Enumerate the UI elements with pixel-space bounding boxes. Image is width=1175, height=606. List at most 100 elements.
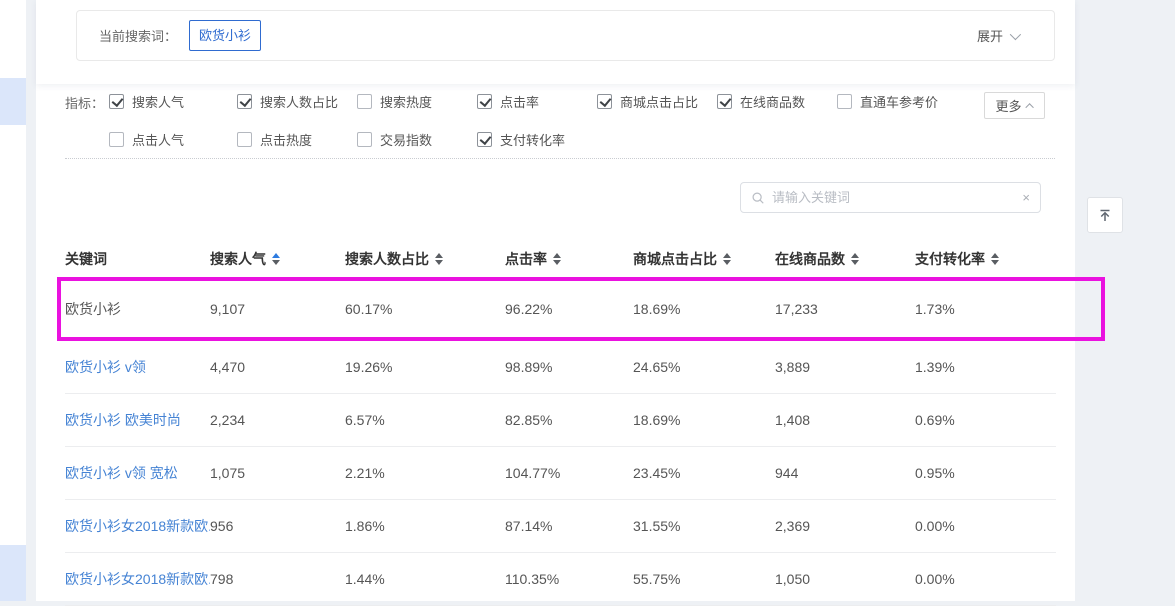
metric-checkbox-dianjirenqi[interactable]: 点击人气 bbox=[109, 130, 237, 149]
value-cell: 1.39% bbox=[915, 359, 1056, 375]
current-search-term-bar: 当前搜索词： 欧货小衫 展开 bbox=[76, 10, 1055, 61]
metric-label: 搜索人数占比 bbox=[260, 92, 338, 111]
table-row: 欧货小衫 欧美时尚 2,234 6.57% 82.85% 18.69% 1,40… bbox=[65, 394, 1056, 447]
sort-up-triangle bbox=[991, 253, 999, 258]
column-label: 搜索人数占比 bbox=[345, 249, 429, 269]
keyword-cell[interactable]: 欧货小衫女2018新款欧... bbox=[65, 518, 210, 534]
value-cell: 60.17% bbox=[345, 301, 505, 317]
value-cell: 956 bbox=[210, 518, 345, 534]
metric-checkbox-shangchengdianjizhanbi[interactable]: 商城点击占比 bbox=[597, 92, 717, 111]
keyword-cell[interactable]: 欧货小衫 bbox=[65, 301, 121, 317]
checkbox-icon[interactable] bbox=[109, 94, 124, 109]
current-search-term-label: 当前搜索词： bbox=[99, 26, 177, 45]
sort-up-triangle bbox=[435, 253, 443, 258]
keyword-cell[interactable]: 欧货小衫 v领 bbox=[65, 359, 146, 375]
table-row: 欧货小衫 v领 4,470 19.26% 98.89% 24.65% 3,889… bbox=[65, 341, 1056, 394]
metric-checkbox-sousuorenshuzhanbi[interactable]: 搜索人数占比 bbox=[237, 92, 357, 111]
column-label: 关键词 bbox=[65, 249, 107, 269]
keyword-search-input[interactable] bbox=[772, 190, 1015, 205]
sort-icon[interactable] bbox=[723, 253, 731, 265]
value-cell: 0.69% bbox=[915, 412, 1056, 428]
value-cell: 87.14% bbox=[505, 518, 633, 534]
checkbox-icon[interactable] bbox=[477, 132, 492, 147]
metric-label: 点击率 bbox=[500, 92, 539, 111]
sort-icon[interactable] bbox=[553, 253, 561, 265]
keyword-cell[interactable]: 欧货小衫 欧美时尚 bbox=[65, 412, 181, 428]
table-header-row: 关键词 搜索人气 搜索人数占比 bbox=[65, 240, 1056, 277]
metric-checkbox-dianjilv[interactable]: 点击率 bbox=[477, 92, 597, 111]
more-metrics-button[interactable]: 更多 bbox=[984, 92, 1045, 119]
metric-label: 在线商品数 bbox=[740, 92, 805, 111]
table-row: 欧货小衫 9,107 60.17% 96.22% 18.69% 17,233 1… bbox=[65, 277, 1056, 341]
search-term-chip[interactable]: 欧货小衫 bbox=[189, 20, 261, 51]
checkbox-icon[interactable] bbox=[357, 94, 372, 109]
chevron-down-icon bbox=[1010, 28, 1021, 39]
value-cell: 798 bbox=[210, 571, 345, 587]
checkbox-icon[interactable] bbox=[237, 132, 252, 147]
sort-down-triangle bbox=[553, 260, 561, 265]
metric-checkbox-sousuoredu[interactable]: 搜索热度 bbox=[357, 92, 477, 111]
metric-checkbox-sousuorenqi[interactable]: 搜索人气 bbox=[109, 92, 237, 111]
keyword-cell[interactable]: 欧货小衫女2018新款欧... bbox=[65, 571, 210, 587]
checkbox-icon[interactable] bbox=[717, 94, 732, 109]
metric-label: 搜索人气 bbox=[132, 92, 184, 111]
checkbox-icon[interactable] bbox=[477, 94, 492, 109]
query-bar-section: 当前搜索词： 欧货小衫 展开 bbox=[36, 0, 1075, 84]
value-cell: 1.86% bbox=[345, 518, 505, 534]
table-row: 欧货小衫女2018新款欧... 956 1.86% 87.14% 31.55% … bbox=[65, 500, 1056, 553]
metric-checkbox-zaixianshangpinshu[interactable]: 在线商品数 bbox=[717, 92, 837, 111]
value-cell: 3,889 bbox=[775, 359, 915, 375]
value-cell: 1,408 bbox=[775, 412, 915, 428]
metric-checkbox-dianjiredu[interactable]: 点击热度 bbox=[237, 130, 357, 149]
checkbox-icon[interactable] bbox=[837, 94, 852, 109]
keyword-cell[interactable]: 欧货小衫 v领 宽松 bbox=[65, 465, 178, 481]
back-to-top-button[interactable] bbox=[1087, 197, 1123, 233]
value-cell: 944 bbox=[775, 465, 915, 481]
value-cell: 110.35% bbox=[505, 571, 633, 587]
checkbox-icon[interactable] bbox=[237, 94, 252, 109]
checkbox-icon[interactable] bbox=[597, 94, 612, 109]
value-cell: 96.22% bbox=[505, 301, 633, 317]
sort-down-triangle bbox=[435, 260, 443, 265]
arrow-up-to-line-icon bbox=[1096, 206, 1114, 224]
value-cell: 2.21% bbox=[345, 465, 505, 481]
value-cell: 2,234 bbox=[210, 412, 345, 428]
column-label: 搜索人气 bbox=[210, 249, 266, 269]
sort-down-triangle bbox=[272, 260, 280, 265]
table-row: 欧货小衫 v领 宽松 1,075 2.21% 104.77% 23.45% 94… bbox=[65, 447, 1056, 500]
sort-icon[interactable] bbox=[851, 253, 859, 265]
value-cell: 0.95% bbox=[915, 465, 1056, 481]
checkbox-icon[interactable] bbox=[109, 132, 124, 147]
metric-checkbox-zhitongchecankaojia[interactable]: 直通车参考价 bbox=[837, 92, 965, 111]
left-rail-highlight-top bbox=[0, 78, 26, 125]
value-cell: 18.69% bbox=[633, 412, 775, 428]
value-cell: 4,470 bbox=[210, 359, 345, 375]
sort-up-triangle bbox=[553, 253, 561, 258]
clear-search-icon[interactable]: × bbox=[1022, 191, 1030, 204]
value-cell: 55.75% bbox=[633, 571, 775, 587]
sort-icon[interactable] bbox=[272, 253, 280, 265]
metric-checkbox-zhifuzhuanhualv[interactable]: 支付转化率 bbox=[477, 130, 597, 149]
sort-up-triangle bbox=[272, 253, 280, 258]
column-header-online-products: 在线商品数 bbox=[775, 249, 915, 269]
sort-down-triangle bbox=[991, 260, 999, 265]
metric-label: 点击热度 bbox=[260, 130, 312, 149]
checkbox-icon[interactable] bbox=[357, 132, 372, 147]
value-cell: 104.77% bbox=[505, 465, 633, 481]
metric-checkbox-jiaoyizhishu[interactable]: 交易指数 bbox=[357, 130, 477, 149]
sort-up-triangle bbox=[851, 253, 859, 258]
left-rail-highlight-bottom bbox=[0, 545, 26, 601]
sort-icon[interactable] bbox=[991, 253, 999, 265]
column-header-payment-conversion: 支付转化率 bbox=[915, 249, 1056, 269]
more-label: 更多 bbox=[995, 96, 1021, 115]
sort-up-triangle bbox=[723, 253, 731, 258]
column-header-searcher-share: 搜索人数占比 bbox=[345, 249, 505, 269]
metric-label: 搜索热度 bbox=[380, 92, 432, 111]
search-icon bbox=[751, 191, 765, 205]
metric-label: 商城点击占比 bbox=[620, 92, 698, 111]
value-cell: 19.26% bbox=[345, 359, 505, 375]
expand-toggle[interactable]: 展开 bbox=[977, 26, 1018, 45]
metric-label: 直通车参考价 bbox=[860, 92, 938, 111]
sort-icon[interactable] bbox=[435, 253, 443, 265]
value-cell: 1,075 bbox=[210, 465, 345, 481]
